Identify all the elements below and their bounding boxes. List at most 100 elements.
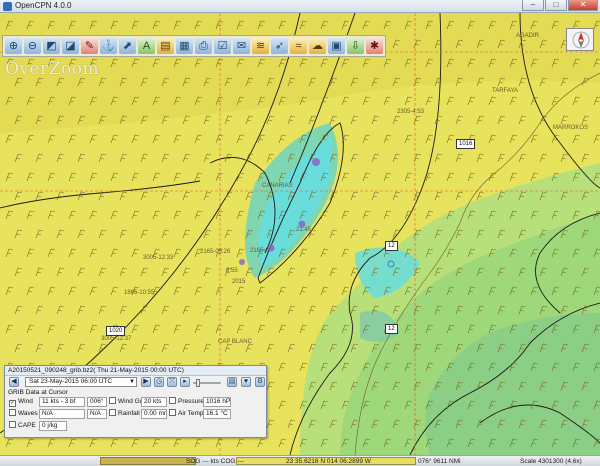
map-label: CANARIAS [262, 183, 293, 189]
cape-label: CAPE [18, 422, 36, 429]
grib-icon[interactable]: ≈ [290, 38, 307, 54]
main-toolbar: ⊕ ⊖ ◩ ◪ ✎ ⚓ ⬈ A ▤ ▦ ⎙ ☑ ✉ ≋ ➶ ≈ ☁ ▣ ⇩ ✱ [2, 35, 386, 57]
status-bar: SOG --- kts COG --- 23 35.6216 N 014 06.… [0, 455, 600, 466]
grib-datetime-select[interactable]: Sat 23-May-2015 06:00 UTC ▼ [25, 377, 137, 387]
compass-widget[interactable] [566, 28, 594, 51]
text-icon[interactable]: A [138, 38, 155, 54]
airtemp-checkbox-row[interactable]: Air Temp [169, 409, 204, 419]
pressure-value: 1016 hPa [203, 397, 231, 407]
settings-icon[interactable]: ✉ [233, 38, 250, 54]
grib-subtitle: GRIB Data at Cursor [8, 389, 68, 396]
waves-dir-value: N/A [87, 409, 107, 419]
airtemp-label: Air Temp [178, 410, 204, 417]
help-icon[interactable]: ✱ [366, 38, 383, 54]
rainfall-label: Rainfall [118, 410, 140, 417]
map-label: AGADIR [516, 33, 540, 39]
map-label: 2165-05:26 [200, 249, 231, 255]
time-slider[interactable] [193, 379, 221, 387]
airtemp-value: 16.1 °C [203, 409, 231, 419]
play-button[interactable]: ▸ [180, 377, 190, 387]
title-bar: OpenCPN 4.0.0 – □ ✕ [0, 0, 600, 13]
rainfall-value: 0.00 mm [141, 409, 167, 419]
cursor-position-readout: 23 35.6216 N 014 06.2899 W [286, 458, 371, 465]
next-time-button[interactable]: ▶ [141, 377, 151, 387]
rainfall-checkbox-row[interactable]: Rainfall [109, 409, 140, 419]
track-icon[interactable]: ⬈ [119, 38, 136, 54]
maximize-button[interactable]: □ [545, 0, 567, 11]
chevron-down-icon: ▼ [129, 379, 135, 385]
pressure-label: Pressure [178, 398, 205, 405]
wind-dir-value: 006° [87, 397, 107, 407]
wind-label: Wind [18, 398, 33, 405]
quilt-icon[interactable]: ▤ [157, 38, 174, 54]
settings-icon[interactable]: ♥ [241, 377, 251, 387]
pressure-checkbox-row[interactable]: Pressure [169, 397, 204, 407]
cloud-icon[interactable]: ☁ [309, 38, 326, 54]
open-file-icon[interactable]: ▤ [227, 377, 237, 387]
isobar-pressure-label: 12 [385, 324, 398, 334]
current-icon[interactable]: ➶ [271, 38, 288, 54]
grib-datetime-value: Sat 23-May-2015 06:00 UTC [29, 378, 113, 385]
waves-checkbox-row[interactable]: Waves [9, 409, 38, 419]
bearing-distance-readout: 076° 9611 NMi [418, 458, 461, 465]
route-manager-icon[interactable]: ☑ [214, 38, 231, 54]
map-label: 2305-4:53 [397, 109, 425, 115]
download-icon[interactable]: ⇩ [347, 38, 364, 54]
map-label: CAP BLANC [218, 339, 252, 345]
route-icon[interactable]: ✎ [81, 38, 98, 54]
zoom-to-grib-icon[interactable]: ⤧ [167, 377, 177, 387]
print-icon[interactable]: ⎙ [195, 38, 212, 54]
isobar-pressure-label: 1020 [106, 326, 126, 336]
isobar-pressure-label: 12 [385, 241, 398, 251]
request-icon[interactable]: ⚙ [255, 377, 265, 387]
zoom-out-icon[interactable]: ⊖ [24, 38, 41, 54]
close-button[interactable]: ✕ [568, 0, 598, 11]
minimize-button[interactable]: – [522, 0, 544, 11]
airtemp-checkbox[interactable] [169, 409, 176, 416]
scale-readout: Scale 4301300 (4.6x) [520, 458, 582, 465]
map-label: 0:55 [226, 268, 238, 274]
rainfall-checkbox[interactable] [109, 409, 116, 416]
map-label: 2015 [232, 279, 246, 285]
map-label: MARROKOS [553, 125, 589, 131]
grib-values: ✓ Wind 11 kts - 3 bf 006° Wind Gust 20 kt… [5, 397, 266, 437]
wind-gust-checkbox[interactable] [109, 397, 116, 404]
ais-icon[interactable]: ▣ [328, 38, 345, 54]
scale-out-icon[interactable]: ◪ [62, 38, 79, 54]
overzoom-indicator: OverZoom [5, 59, 100, 79]
zoom-in-icon[interactable]: ⊕ [5, 38, 22, 54]
wind-value: 11 kts - 3 bf [39, 397, 85, 407]
pressure-checkbox[interactable] [169, 397, 176, 404]
grib-data-dialog: A20150521_090248_grib.bz2( Thu 21-May-20… [4, 365, 267, 438]
grib-file-title: A20150521_090248_grib.bz2( Thu 21-May-20… [5, 366, 266, 376]
cape-value: 0 j/kg [39, 421, 67, 431]
auto-follow-icon[interactable]: ⚓ [100, 38, 117, 54]
cape-checkbox-row[interactable]: CAPE [9, 421, 36, 431]
waves-checkbox[interactable] [9, 409, 16, 416]
waves-label: Waves [18, 410, 38, 417]
window-title: OpenCPN 4.0.0 [15, 1, 72, 10]
wind-gust-value: 20 kts [141, 397, 167, 407]
map-label: 21:45 [296, 227, 312, 233]
sog-cog-readout: SOG --- kts COG --- [186, 458, 244, 465]
wind-checkbox-row[interactable]: ✓ Wind [9, 397, 33, 407]
tide-icon[interactable]: ≋ [252, 38, 269, 54]
map-label: 3005-12:33 [143, 255, 174, 261]
isobar-pressure-label: 1016 [456, 139, 476, 149]
slider-thumb[interactable] [196, 379, 200, 387]
map-label: 3005-12:37 [101, 336, 132, 342]
waves-value: N/A [39, 409, 85, 419]
map-label: 2165-0 [250, 248, 269, 254]
scale-in-icon[interactable]: ◩ [43, 38, 60, 54]
status-bar-segment [100, 457, 196, 465]
chart-bar-icon[interactable]: ▦ [176, 38, 193, 54]
opencpn-window: OpenCPN 4.0.0 – □ ✕ ⊕ ⊖ ◩ ◪ ✎ ⚓ ⬈ A ▤ ▦ … [0, 0, 600, 466]
map-label: TARFAYA [492, 88, 519, 94]
grib-navigation: ◀ Sat 23-May-2015 06:00 UTC ▼ ▶ ◷ ⤧ ▸ ▤ ♥… [5, 376, 266, 389]
app-icon [3, 2, 12, 11]
now-button[interactable]: ◷ [154, 377, 164, 387]
prev-time-button[interactable]: ◀ [9, 377, 19, 387]
wind-checkbox[interactable]: ✓ [9, 400, 16, 407]
map-label: 1865-10:55 [124, 290, 155, 296]
cape-checkbox[interactable] [9, 421, 16, 428]
